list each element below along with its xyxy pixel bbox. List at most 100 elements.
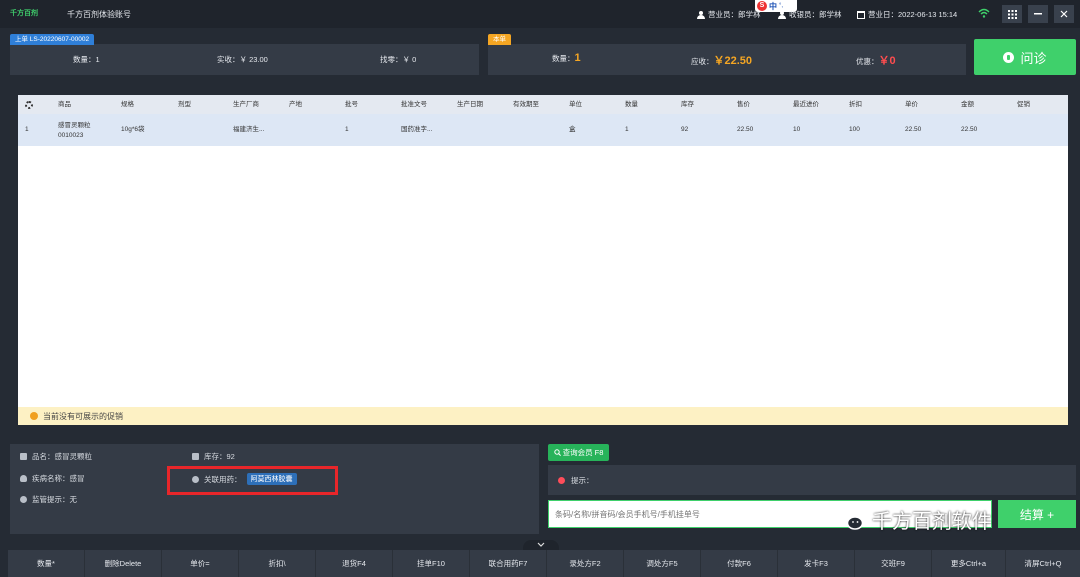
last-order-panel: 数量：1 实收：￥ 23.00 找零：￥ 0 [10, 44, 479, 75]
col-price[interactable]: 售价 [737, 95, 750, 114]
current-order-qty: 数量：1 [552, 52, 581, 64]
col-promo[interactable]: 促销 [1017, 95, 1030, 114]
col-product[interactable]: 商品 [58, 95, 71, 114]
product-stock-info: 库存：92 [192, 451, 235, 462]
minimize-button[interactable] [1028, 5, 1048, 23]
last-order-change: 找零：￥ 0 [380, 55, 417, 64]
calendar-icon [857, 10, 865, 19]
current-order-panel: 数量：1 应收：￥22.50 优惠：￥0 [488, 44, 966, 75]
col-manufacturer[interactable]: 生产厂商 [233, 95, 259, 114]
row-discount[interactable]: 100 [849, 114, 860, 146]
current-order-due: 应收：￥22.50 [691, 55, 753, 67]
settle-button[interactable]: 结算 + [998, 500, 1076, 528]
col-amount[interactable]: 金额 [961, 95, 974, 114]
collapse-toggle[interactable] [523, 540, 559, 550]
fkey-combined-medication[interactable]: 联合用药F7 [470, 550, 547, 577]
box-icon [20, 453, 27, 460]
col-unit[interactable]: 单位 [569, 95, 582, 114]
row-index: 1 [25, 126, 29, 133]
table-header: 商品 规格 剂型 生产厂商 产地 批号 批准文号 生产日期 有效期至 单位 数量… [18, 95, 1068, 114]
last-order-qty: 数量：1 [73, 55, 100, 64]
row-qty[interactable]: 1 [625, 114, 629, 146]
fkey-quantity[interactable]: 数量* [8, 550, 85, 577]
salesperson-info: 营业员：郎学林 [697, 9, 761, 20]
watermark: 千方百剂软件 [838, 505, 992, 534]
wechat-icon [838, 509, 864, 530]
last-order-received: 实收：￥ 23.00 [217, 55, 268, 64]
link-icon [20, 496, 27, 503]
consult-icon [1003, 51, 1015, 63]
alert-dot-icon [558, 476, 565, 484]
consult-button[interactable]: 问诊 [974, 39, 1076, 75]
fkey-issue-card[interactable]: 发卡F3 [778, 550, 855, 577]
col-last-cost[interactable]: 最近进价 [793, 95, 819, 114]
fkey-discount[interactable]: 折扣\ [239, 550, 316, 577]
col-batch[interactable]: 批号 [345, 95, 358, 114]
row-price: 22.50 [737, 126, 754, 133]
row-batch: 1 [345, 126, 349, 133]
fkey-payment[interactable]: 付款F6 [701, 550, 778, 577]
wifi-icon [978, 8, 990, 18]
close-button[interactable] [1054, 5, 1074, 23]
product-name-info: 品名：感冒灵颗粒 [20, 451, 92, 462]
current-order-discount: 优惠：￥0 [856, 55, 896, 67]
table-row[interactable]: 1 感冒灵颗粒 0010023 10g*6袋 福建济生... 1 国药准字...… [18, 114, 1068, 146]
person-icon [778, 10, 786, 19]
row-spec: 10g*6袋 [121, 126, 145, 133]
fkey-unit-price[interactable]: 单价= [162, 550, 239, 577]
home-icon [192, 453, 199, 460]
product-table: 商品 规格 剂型 生产厂商 产地 批号 批准文号 生产日期 有效期至 单位 数量… [18, 95, 1068, 425]
row-manufacturer: 福建济生... [233, 126, 265, 133]
apps-grid-button[interactable] [1002, 5, 1022, 23]
disease-info: 疾病名称：感冒 [20, 473, 85, 484]
current-order-tag: 本单 [488, 34, 511, 45]
col-spec[interactable]: 规格 [121, 95, 134, 114]
column-settings-icon[interactable] [25, 101, 33, 109]
hint-row: 提示： [548, 465, 1076, 495]
last-order-tag[interactable]: 上单 LS-20220607-00002 [10, 34, 95, 45]
fkey-shift-handover[interactable]: 交班F9 [855, 550, 932, 577]
row-amount: 22.50 [961, 126, 978, 133]
query-member-button[interactable]: 查询会员 F8 [548, 444, 609, 461]
col-unit-price[interactable]: 单价 [905, 95, 918, 114]
col-origin[interactable]: 产地 [289, 95, 302, 114]
fkey-enter-prescription[interactable]: 录处方F2 [547, 550, 624, 577]
supervision-info: 监管提示：无 [20, 494, 77, 505]
col-stock[interactable]: 库存 [681, 95, 694, 114]
row-product: 感冒灵颗粒 0010023 [58, 122, 91, 139]
row-approval: 国药准字... [401, 126, 433, 133]
col-qty[interactable]: 数量 [625, 95, 638, 114]
account-title: 千方百剂体验账号 [67, 10, 131, 19]
highlight-annotation [167, 466, 338, 495]
promo-notice: 当前没有可展示的促销 [18, 407, 1068, 425]
fkey-delete[interactable]: 删除Delete [85, 550, 162, 577]
person-icon [697, 10, 705, 19]
business-day-info: 营业日：2022-06-13 15:14 [857, 9, 957, 20]
col-approval[interactable]: 批准文号 [401, 95, 427, 114]
function-key-bar: 数量* 删除Delete 单价= 折扣\ 退货F4 挂单F10 联合用药F7 录… [8, 550, 1080, 577]
fkey-hold-order[interactable]: 挂单F10 [393, 550, 470, 577]
fkey-load-prescription[interactable]: 调处方F5 [624, 550, 701, 577]
grid-icon [1007, 9, 1017, 19]
fkey-return[interactable]: 退货F4 [316, 550, 393, 577]
fkey-clear-screen[interactable]: 清屏Ctrl+Q [1006, 550, 1080, 577]
col-form[interactable]: 剂型 [178, 95, 191, 114]
search-icon [553, 449, 561, 456]
cashier-info: 收银员：郎学林 [778, 9, 842, 20]
close-icon [1060, 10, 1068, 18]
row-unit-price[interactable]: 22.50 [905, 114, 921, 146]
chevron-down-icon [537, 542, 545, 547]
col-expiry[interactable]: 有效期至 [513, 95, 539, 114]
app-logo: 千方百剂 [10, 10, 38, 17]
ime-language: 中 [769, 1, 777, 11]
fkey-more[interactable]: 更多Ctrl+a [932, 550, 1006, 577]
col-discount[interactable]: 折扣 [849, 95, 862, 114]
minimize-icon [1034, 13, 1042, 15]
row-unit: 盒 [569, 126, 576, 133]
shield-icon [20, 475, 27, 482]
row-stock: 92 [681, 126, 689, 133]
row-last-cost: 10 [793, 126, 801, 133]
info-dot-icon [30, 412, 38, 420]
col-mfg-date[interactable]: 生产日期 [457, 95, 483, 114]
title-bar: 千方百剂 千方百剂体验账号 S 中 °, 营业员：郎学林 收银员：郎学林 营业日… [0, 0, 1080, 28]
